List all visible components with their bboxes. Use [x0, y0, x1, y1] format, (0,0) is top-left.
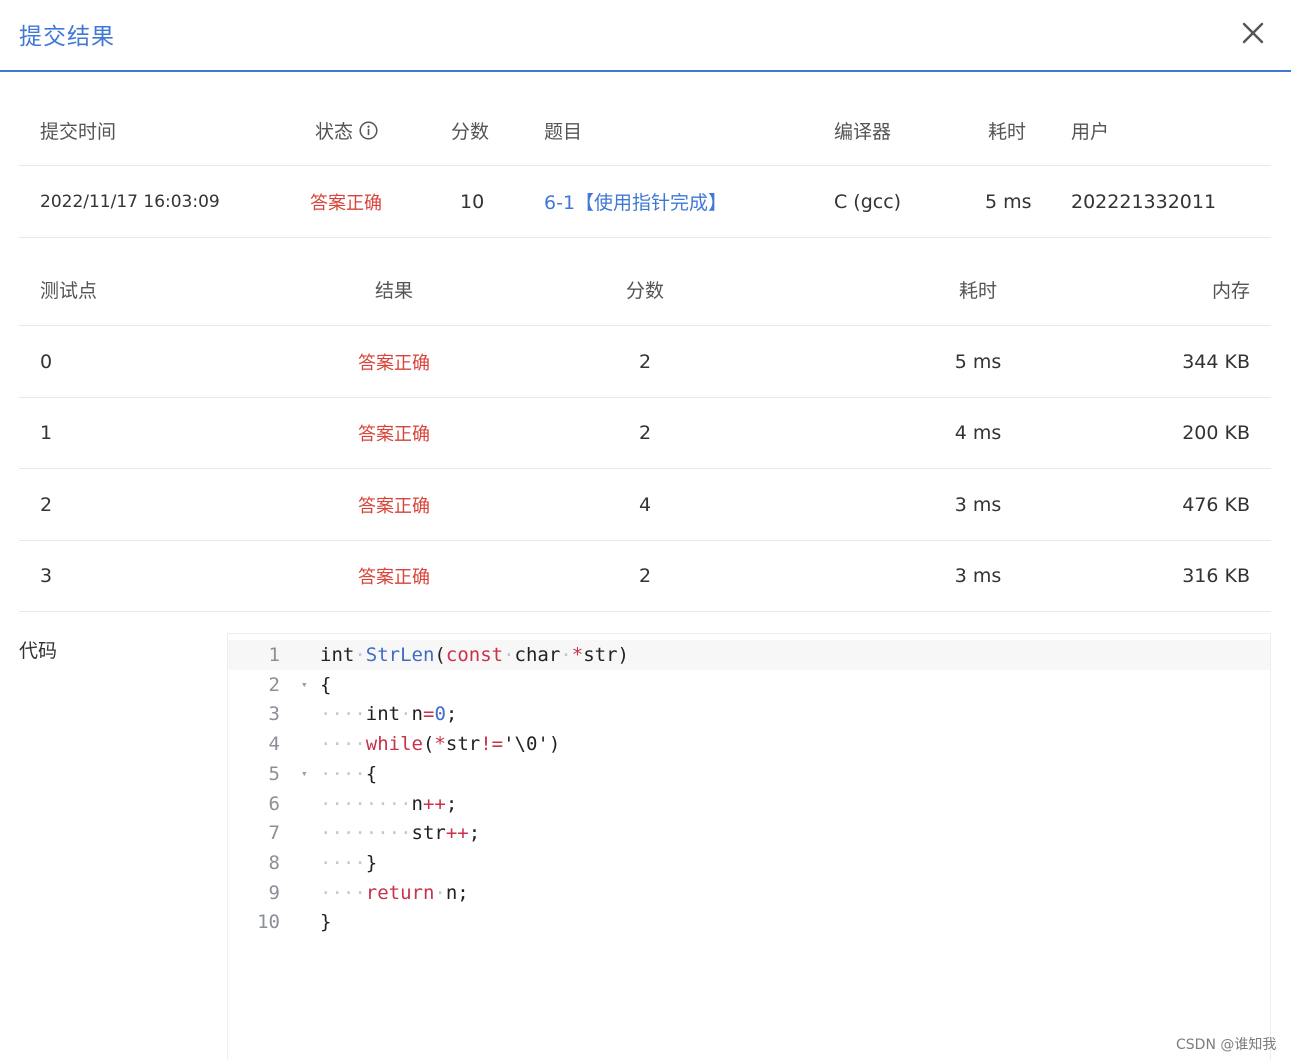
compiler-value: C (gcc) [834, 190, 902, 213]
code-line: 10} [228, 907, 1270, 937]
test-score: 4 [638, 493, 652, 516]
code-line: 8 ····} [228, 848, 1270, 878]
close-icon[interactable] [1240, 20, 1266, 46]
code-text: ········n++; [320, 792, 458, 815]
test-result: 答案正确 [358, 424, 430, 445]
header-score: 分数 [451, 121, 490, 143]
code-text: ····} [320, 851, 378, 874]
header-test-case: 测试点 [40, 280, 98, 302]
code-label: 代码 [19, 640, 58, 662]
test-score: 2 [638, 565, 652, 587]
test-memory: 344 KB [1182, 350, 1250, 373]
table-row: 2 答案正确 4 3 ms 476 KB [19, 469, 1271, 541]
header-submit-time: 提交时间 [40, 121, 117, 143]
code-line: 6 ········n++; [228, 789, 1270, 819]
status-badge: 答案正确 [310, 192, 382, 214]
info-icon[interactable] [359, 121, 378, 140]
summary-table-header: 提交时间 状态 分数 题目 编译器 耗时 用户 [19, 96, 1271, 166]
table-row: 0 答案正确 2 5 ms 344 KB [19, 326, 1271, 398]
line-number: 8 [268, 851, 280, 874]
code-text: ····while(*str!='\0') [320, 733, 561, 756]
code-text: } [320, 911, 332, 934]
test-score: 2 [638, 350, 652, 373]
line-number: 9 [268, 881, 280, 904]
dialog-title: 提交结果 [19, 24, 115, 50]
header-user: 用户 [1071, 121, 1110, 143]
code-editor[interactable]: 1 int·StrLen(const·char·*str) 2 ▾ {3 ····int·… [227, 633, 1271, 1060]
elapsed-value: 5 ms [985, 190, 1032, 213]
line-number: 2 [268, 673, 280, 696]
line-number: 10 [257, 911, 280, 934]
code-line: 9 ····return·n; [228, 878, 1270, 908]
line-number: 7 [268, 822, 280, 845]
summary-row: 2022/11/17 16:03:09 答案正确 10 6-1【使用指针完成】 … [19, 166, 1271, 238]
test-elapsed: 3 ms [954, 493, 1002, 516]
table-row: 1 答案正确 2 4 ms 200 KB [19, 398, 1271, 469]
header-status-label: 状态 [315, 121, 354, 143]
code-line: 5 ▾ ····{ [228, 759, 1270, 789]
test-case: 1 [40, 422, 53, 444]
code-text: ····return·n; [320, 881, 469, 904]
test-elapsed: 3 ms [954, 565, 1002, 587]
watermark: CSDN @谁知我 [1176, 1037, 1277, 1053]
test-result: 答案正确 [358, 352, 430, 374]
fold-arrow-icon[interactable]: ▾ [301, 759, 308, 789]
code-line: 1 int·StrLen(const·char·*str) [228, 640, 1270, 670]
submit-time: 2022/11/17 16:03:09 [40, 191, 220, 212]
test-case: 2 [40, 493, 53, 516]
code-text: { [320, 673, 332, 696]
line-number: 4 [268, 733, 280, 756]
code-line: 7 ········str++; [228, 818, 1270, 848]
test-elapsed: 4 ms [954, 422, 1002, 444]
header-result: 结果 [374, 280, 413, 302]
code-line: 3 ····int·n=0; [228, 699, 1270, 729]
table-row: 3 答案正确 2 3 ms 316 KB [19, 541, 1271, 612]
test-case: 0 [40, 350, 53, 373]
code-line: 4 ····while(*str!='\0') [228, 729, 1270, 759]
user-value: 202221332011 [1071, 190, 1217, 213]
test-memory: 476 KB [1182, 493, 1250, 516]
code-text: ····int·n=0; [320, 703, 458, 726]
test-table-header: 测试点 结果 分数 耗时 内存 [19, 254, 1271, 326]
fold-arrow-icon[interactable]: ▾ [301, 670, 308, 700]
header-memory: 内存 [1211, 280, 1250, 302]
line-number: 5 [268, 762, 280, 785]
header-compiler: 编译器 [834, 121, 892, 143]
test-elapsed: 5 ms [954, 350, 1002, 373]
header-problem: 题目 [544, 121, 583, 143]
problem-link[interactable]: 6-1【使用指针完成】 [544, 166, 727, 237]
code-text: int·StrLen(const·char·*str) [320, 644, 629, 666]
test-score: 2 [638, 422, 652, 444]
test-memory: 200 KB [1182, 422, 1250, 444]
test-result: 答案正确 [358, 495, 430, 517]
header-status: 状态 [315, 96, 378, 165]
code-text: ········str++; [320, 822, 481, 845]
score-value: 10 [460, 190, 485, 213]
line-number: 1 [268, 644, 280, 666]
line-number: 6 [268, 792, 280, 815]
header-elapsed: 耗时 [988, 121, 1027, 143]
test-result: 答案正确 [358, 567, 430, 588]
test-case: 3 [40, 565, 53, 587]
code-text: ····{ [320, 762, 378, 785]
test-memory: 316 KB [1182, 565, 1250, 587]
header-test-elapsed: 耗时 [958, 280, 997, 302]
code-line: 2 ▾ { [228, 670, 1270, 700]
dialog-header: 提交结果 [0, 0, 1291, 72]
line-number: 3 [268, 703, 280, 726]
header-test-score: 分数 [625, 280, 664, 302]
